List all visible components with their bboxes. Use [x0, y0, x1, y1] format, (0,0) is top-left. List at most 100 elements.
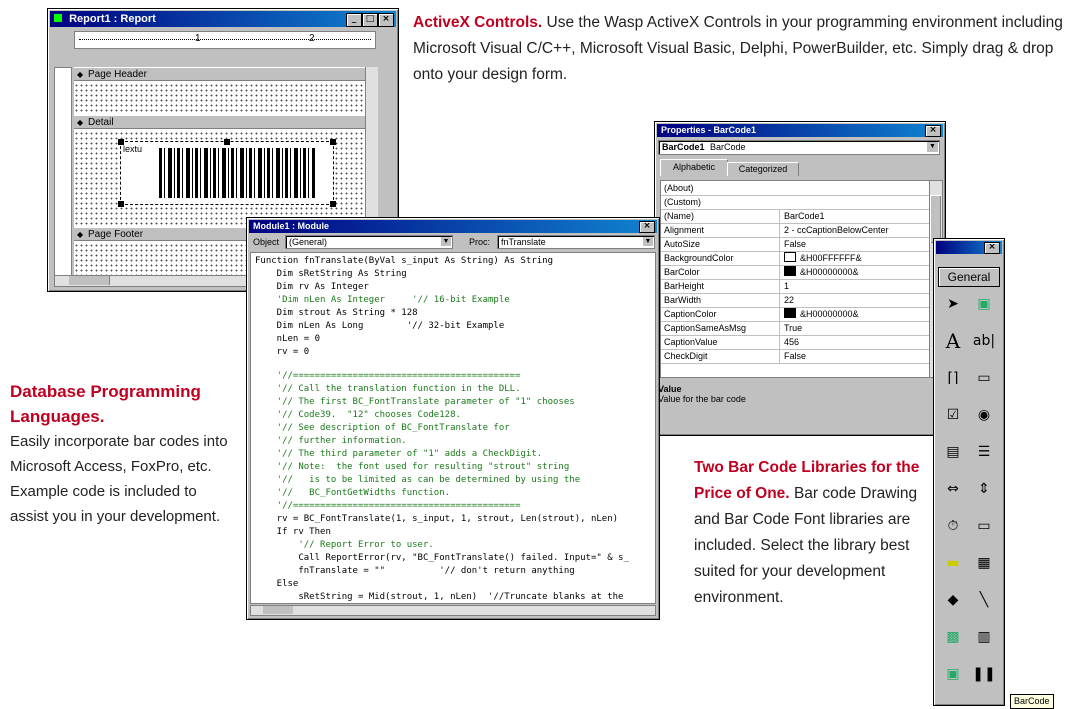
object-type: BarCode	[710, 142, 746, 152]
hscrollbar-icon[interactable]: ⇔	[940, 476, 966, 502]
barcode-control[interactable]: lextu	[118, 139, 336, 207]
chevron-down-icon[interactable]: ▼	[643, 237, 653, 246]
property-row[interactable]: (Name) BarCode1	[661, 209, 929, 224]
checkbox-icon[interactable]: ☑	[940, 402, 966, 428]
maximize-button[interactable]: □	[362, 13, 378, 27]
code-line: '// further information.	[255, 436, 407, 446]
property-row[interactable]: CaptionColor &H00000000&	[661, 307, 929, 322]
pointer-icon[interactable]: ➤	[940, 291, 966, 317]
shape2-icon[interactable]: ◆	[940, 587, 966, 613]
property-name: (About)	[664, 183, 694, 193]
property-value[interactable]: False	[779, 349, 929, 363]
property-value-text: False	[784, 239, 807, 249]
property-row[interactable]: BarWidth 22	[661, 293, 929, 308]
properties-titlebar[interactable]: Properties - BarCode1 ×	[657, 124, 943, 137]
label-icon[interactable]: A	[940, 328, 966, 354]
ruler-ticks	[79, 39, 371, 41]
scroll-thumb[interactable]	[69, 276, 110, 285]
property-row[interactable]: AutoSize False	[661, 237, 929, 252]
toolbox-tab-label: General	[947, 270, 991, 284]
property-row[interactable]: CaptionSameAsMsg True	[661, 321, 929, 336]
object-combo[interactable]: (General) ▼	[285, 235, 453, 249]
property-value[interactable]: False	[779, 237, 929, 251]
dir-list-icon[interactable]: ▬	[940, 550, 966, 576]
scroll-thumb[interactable]	[930, 195, 941, 243]
barcode-icon[interactable]: ❚❚	[971, 661, 997, 687]
property-name: (Custom)	[664, 197, 702, 207]
chevron-down-icon[interactable]: ▼	[441, 237, 451, 246]
code-editor[interactable]: Function fnTranslate(ByVal s_input As St…	[250, 252, 656, 604]
property-value[interactable]: &H00000000&	[779, 307, 929, 321]
resize-handle[interactable]	[330, 139, 336, 145]
toolbox-tab-general[interactable]: General	[938, 267, 1000, 287]
property-value-text: BarCode1	[784, 211, 825, 221]
property-value-text: &H00000000&	[800, 309, 859, 319]
scroll-thumb[interactable]	[263, 606, 293, 614]
properties-window: Properties - BarCode1 × BarCode1 BarCode…	[654, 121, 946, 436]
property-row[interactable]: CheckDigit False	[661, 349, 929, 364]
property-value[interactable]: &H00FFFFFF&	[779, 251, 929, 265]
line-icon[interactable]: ╲	[971, 587, 997, 613]
tab-categorized[interactable]: Categorized	[727, 162, 799, 176]
proc-combo[interactable]: fnTranslate ▼	[497, 235, 655, 249]
resize-handle[interactable]	[118, 139, 124, 145]
property-value[interactable]: BarCode1	[779, 209, 929, 223]
property-value[interactable]: True	[779, 321, 929, 335]
module-titlebar[interactable]: Module1 : Module ×	[249, 220, 657, 233]
page-header-band[interactable]: ◆ Page Header	[74, 67, 378, 81]
listbox-icon[interactable]: ☰	[971, 439, 997, 465]
property-name: CaptionSameAsMsg	[664, 323, 747, 333]
module-close-button[interactable]: ×	[639, 221, 655, 233]
property-row[interactable]: (Custom)	[661, 195, 929, 210]
property-row[interactable]: CaptionValue 456	[661, 335, 929, 350]
resize-handle[interactable]	[224, 139, 230, 145]
code-hscrollbar[interactable]	[250, 605, 656, 616]
file-list-icon[interactable]: ▦	[971, 550, 997, 576]
property-row[interactable]: BarColor &H00000000&	[661, 265, 929, 280]
timer-icon[interactable]: ⏱	[940, 513, 966, 539]
barcode-tooltip: BarCode	[1010, 694, 1054, 709]
close-button[interactable]: ×	[378, 13, 394, 27]
object-combo-label: Object	[253, 237, 280, 247]
textbox-icon[interactable]: ab|	[971, 328, 997, 354]
minimize-button[interactable]: _	[346, 13, 362, 27]
tab-alphabetic[interactable]: Alphabetic	[660, 159, 728, 176]
combobox-icon[interactable]: ▤	[940, 439, 966, 465]
property-grid: (About) (Custom) (Name) BarCode1 Alignment 2 …	[660, 180, 930, 378]
code-line: Call ReportError(rv, "BC_FontTranslate()…	[255, 553, 629, 563]
barcode-bars	[159, 148, 315, 198]
resize-handle[interactable]	[330, 201, 336, 207]
picture-icon[interactable]: ▣	[971, 291, 997, 317]
image-icon[interactable]: ▩	[940, 624, 966, 650]
chevron-down-icon[interactable]: ▼	[927, 142, 938, 152]
vscrollbar-icon[interactable]: ⇕	[971, 476, 997, 502]
option-button-icon[interactable]: ◉	[971, 402, 997, 428]
property-value[interactable]: 456	[779, 335, 929, 349]
property-row[interactable]: (About)	[661, 181, 929, 196]
property-row[interactable]: BackgroundColor &H00FFFFFF&	[661, 251, 929, 266]
property-value[interactable]: 1	[779, 279, 929, 293]
detail-band[interactable]: ◆ Detail	[74, 115, 378, 129]
code-line: Dim strout As String * 128	[255, 308, 418, 318]
properties-close-button[interactable]: ×	[925, 125, 941, 137]
module-title: Module1 : Module	[253, 221, 329, 231]
property-row[interactable]: Alignment 2 - ccCaptionBelowCenter	[661, 223, 929, 238]
ole-icon[interactable]: ▣	[940, 661, 966, 687]
data-icon[interactable]: ▥	[971, 624, 997, 650]
property-value[interactable]: 22	[779, 293, 929, 307]
code-line: Dim rv As Integer	[255, 282, 369, 292]
property-value[interactable]: &H00000000&	[779, 265, 929, 279]
toolbox-titlebar[interactable]: ×	[936, 241, 1002, 254]
libraries-text: Bar code Drawing and Bar Code Font libra…	[694, 485, 918, 606]
property-row[interactable]: BarHeight 1	[661, 279, 929, 294]
command-button-icon[interactable]: ▭	[971, 365, 997, 391]
shape-icon[interactable]: ▭	[971, 513, 997, 539]
resize-handle[interactable]	[118, 201, 124, 207]
section-arrow-icon: ◆	[77, 118, 84, 127]
report-window-titlebar[interactable]: Report1 : Report _ □ ×	[50, 11, 396, 27]
frame-icon[interactable]: ⌈⌉	[940, 365, 966, 391]
object-dropdown[interactable]: BarCode1 BarCode ▼	[658, 140, 940, 155]
database-description: Database Programming Languages. Easily i…	[10, 379, 238, 529]
toolbox-close-button[interactable]: ×	[984, 242, 1000, 254]
property-value[interactable]: 2 - ccCaptionBelowCenter	[779, 223, 929, 237]
